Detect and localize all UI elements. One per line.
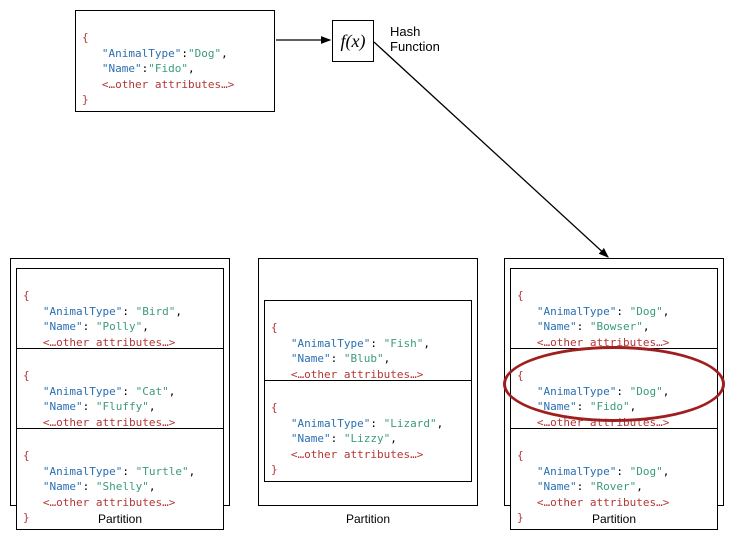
partition-2-label: Partition	[504, 512, 724, 526]
hash-function-box: f(x)	[332, 20, 374, 62]
key-animaltype: "AnimalType"	[102, 47, 181, 60]
key-name: "Name"	[102, 62, 142, 75]
partition-1-doc-1: { "AnimalType": "Lizard", "Name": "Lizzy…	[264, 380, 472, 482]
val-name: "Fido"	[148, 62, 188, 75]
val-animaltype: "Dog"	[188, 47, 221, 60]
input-document: { "AnimalType":"Dog", "Name":"Fido", <…o…	[75, 10, 275, 112]
hash-function-label: HashFunction	[390, 24, 440, 54]
other-attrs: <…other attributes…>	[102, 78, 234, 91]
fx-label: f(x)	[341, 31, 366, 52]
partition-0-label: Partition	[10, 512, 230, 526]
arrow-fx-to-partition	[374, 42, 608, 257]
partition-1-label: Partition	[258, 512, 478, 526]
